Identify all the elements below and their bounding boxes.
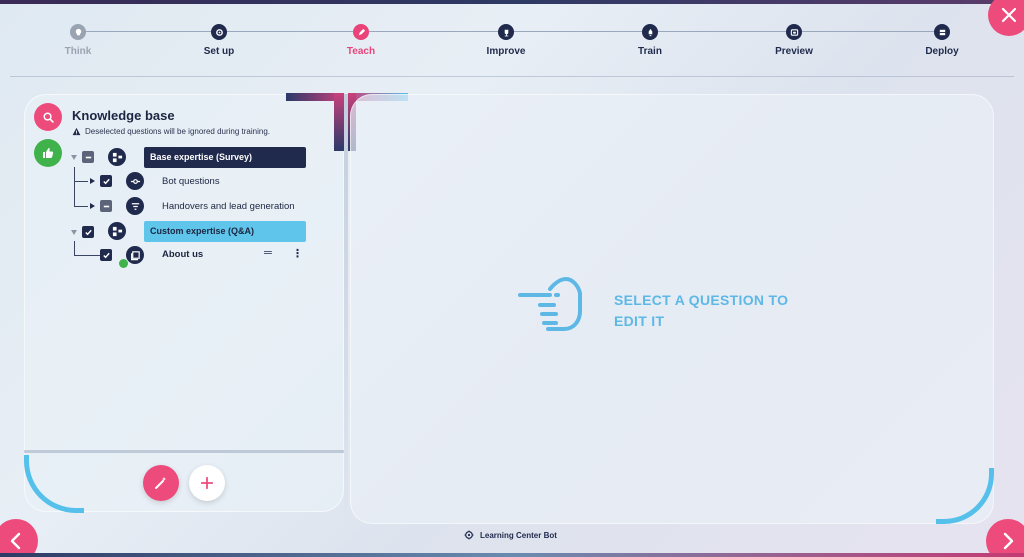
- close-icon: [1001, 7, 1017, 23]
- step-label: Train: [638, 46, 662, 57]
- collapse-toggle[interactable]: [71, 230, 77, 235]
- tree-item-about-us[interactable]: About us: [162, 249, 203, 260]
- bot-name: Learning Center Bot: [480, 530, 557, 540]
- drag-handle-icon[interactable]: ═: [264, 247, 272, 259]
- header-divider: [10, 76, 1014, 77]
- empty-state: SELECT A QUESTION TO EDIT IT: [516, 272, 816, 342]
- step-label: Improve: [486, 46, 526, 57]
- step-deploy[interactable]: Deploy: [902, 24, 982, 57]
- hierarchy-icon: [108, 148, 126, 166]
- check-icon: [84, 229, 92, 235]
- magic-wand-icon: [155, 477, 166, 489]
- server-icon: [934, 24, 950, 40]
- group-custom-expertise[interactable]: Custom expertise (Q&A): [144, 221, 306, 242]
- tree-item-bot-questions[interactable]: Bot questions: [162, 176, 220, 187]
- chevron-right-icon: [1003, 532, 1014, 550]
- step-label: Set up: [203, 46, 235, 57]
- step-train[interactable]: Train: [610, 24, 690, 57]
- add-button[interactable]: [189, 465, 225, 501]
- thumbs-up-button[interactable]: [34, 139, 62, 167]
- group-checkbox[interactable]: [82, 226, 94, 238]
- expand-toggle[interactable]: [90, 178, 95, 184]
- close-button[interactable]: [988, 0, 1024, 36]
- item-checkbox[interactable]: [100, 175, 112, 187]
- panel-divider: [344, 94, 348, 514]
- collapse-toggle[interactable]: [71, 155, 77, 160]
- trophy-icon: [498, 24, 514, 40]
- panel-footer-divider: [24, 450, 344, 453]
- step-preview[interactable]: Preview: [754, 24, 834, 57]
- step-teach[interactable]: Teach: [321, 24, 401, 57]
- item-checkbox[interactable]: [100, 200, 112, 212]
- step-label: Think: [64, 46, 92, 57]
- window-icon: [786, 24, 802, 40]
- more-options-icon[interactable]: ⋮: [292, 247, 303, 260]
- next-step-button[interactable]: [986, 519, 1024, 557]
- warning-icon: [72, 127, 81, 136]
- thumbs-up-icon: [43, 148, 54, 158]
- check-icon: [102, 252, 110, 258]
- bot-name-footer: Learning Center Bot: [464, 530, 557, 540]
- panel-title: Knowledge base: [72, 108, 175, 123]
- top-accent-bar: [0, 0, 1024, 4]
- step-label: Deploy: [925, 46, 959, 57]
- previous-step-button[interactable]: [0, 519, 38, 557]
- search-button[interactable]: [34, 103, 62, 131]
- hierarchy-icon: [108, 222, 126, 240]
- step-set-up[interactable]: Set up: [179, 24, 259, 57]
- filter-icon: [126, 197, 144, 215]
- search-icon: [42, 111, 54, 123]
- tree-connector: [74, 241, 100, 256]
- rocket-icon: [642, 24, 658, 40]
- connector-icon: [126, 172, 144, 190]
- group-base-expertise[interactable]: Base expertise (Survey): [144, 147, 306, 168]
- plus-icon: [200, 476, 214, 490]
- tree-connector: [74, 167, 88, 182]
- expand-toggle[interactable]: [90, 203, 95, 209]
- tree-item-handovers[interactable]: Handovers and lead generation: [162, 201, 295, 212]
- gear-icon: [211, 24, 227, 40]
- minus-icon: [103, 205, 109, 207]
- chevron-left-icon: [10, 532, 21, 550]
- status-dot-icon: [119, 259, 128, 268]
- pointing-hand-icon: [518, 277, 582, 331]
- item-checkbox[interactable]: [100, 249, 112, 261]
- bottom-accent-bar: [0, 553, 1024, 557]
- book-icon: [126, 246, 144, 264]
- lightbulb-icon: [70, 24, 86, 40]
- tree-connector: [74, 182, 88, 207]
- training-note: Deselected questions will be ignored dur…: [72, 127, 270, 136]
- step-improve[interactable]: Improve: [466, 24, 546, 57]
- empty-state-text: SELECT A QUESTION TO EDIT IT: [614, 292, 789, 329]
- training-note-text: Deselected questions will be ignored dur…: [85, 127, 270, 136]
- step-label: Preview: [775, 46, 813, 57]
- minus-icon: [85, 156, 91, 158]
- group-checkbox[interactable]: [82, 151, 94, 163]
- magic-wand-button[interactable]: [143, 465, 179, 501]
- progress-stepper: Think Set up Teach Improve Train Preview: [40, 20, 980, 60]
- bot-icon: [464, 530, 474, 540]
- decorative-corner: [334, 93, 344, 151]
- step-label: Teach: [346, 46, 376, 57]
- pencil-icon: [353, 24, 369, 40]
- check-icon: [102, 178, 110, 184]
- step-think[interactable]: Think: [38, 24, 118, 57]
